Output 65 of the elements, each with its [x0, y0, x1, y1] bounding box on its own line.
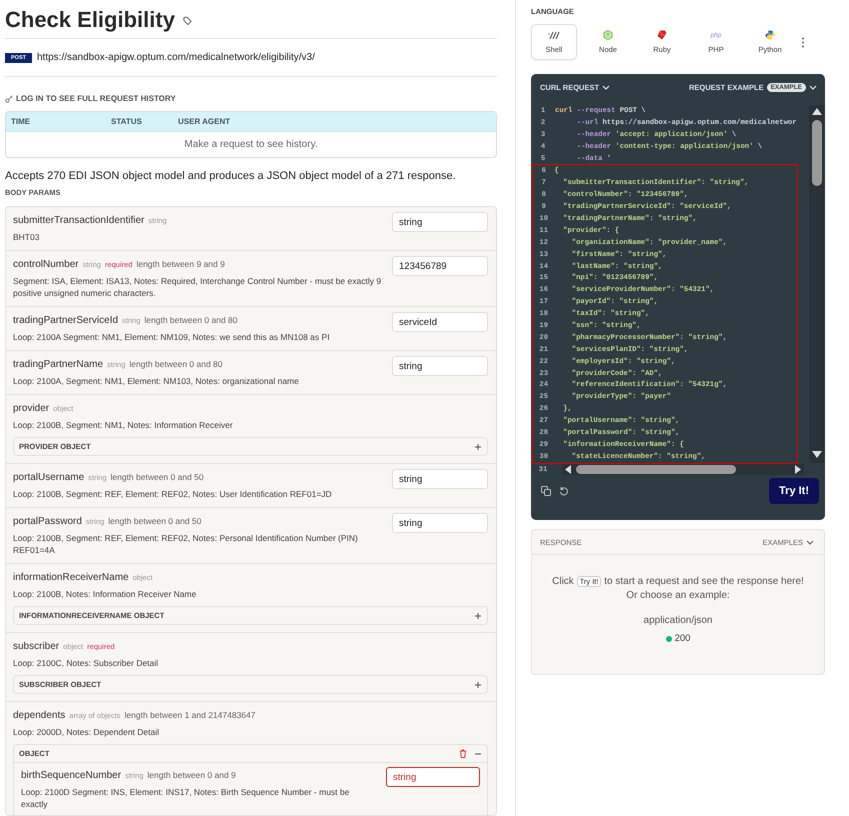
more-icon[interactable]	[801, 36, 805, 48]
param-name: submitterTransactionIdentifier	[13, 215, 144, 226]
example-status[interactable]: 200	[666, 633, 690, 644]
param-description: Loop: 2100A, Segment: NM1, Element: NM103, Notes: organizational name	[13, 375, 300, 387]
param-name: dependents	[13, 710, 66, 721]
gem-icon	[657, 30, 667, 40]
param-constraint: length between 1 and 2147483647	[124, 710, 256, 720]
param-name: portalUsername	[13, 472, 84, 483]
vertical-scrollbar[interactable]	[809, 105, 825, 463]
login-link[interactable]: LOG IN TO SEE FULL REQUEST HISTORY	[16, 94, 176, 103]
param-name: tradingPartnerName	[13, 359, 104, 370]
param-description: Segment: ISA, Element: ISA13, Notes: Required, Interchange Control Number - must be exactly 9 positive unsigned numeric characters.	[13, 275, 382, 299]
trash-icon[interactable]	[459, 749, 467, 758]
param-description: Loop: 2100B, Segment: REF, Element: REF02, Notes: Personal Identification Number (PIN) REF01=4A	[13, 532, 359, 556]
content-type: application/json	[642, 615, 714, 626]
param-name: informationReceiverName	[13, 572, 129, 583]
page-title: Check Eligibility	[5, 7, 175, 33]
copy-icon[interactable]	[541, 486, 551, 496]
expand-icon[interactable]	[474, 680, 482, 688]
param-constraint: length between 0 and 50	[108, 516, 202, 526]
input-field[interactable]: 123456789	[392, 256, 488, 276]
slashes-icon	[548, 30, 560, 40]
param-name: subscriber	[13, 641, 60, 652]
param-description: Loop: 2000D, Notes: Dependent Detail	[13, 726, 160, 738]
param-constraint: length between 0 and 80	[144, 315, 238, 325]
param-name: provider	[13, 403, 50, 414]
param-description: Loop: 2100B, Segment: REF, Element: REF02, Notes: User Identification REF01=JD	[13, 488, 333, 500]
param-description: Loop: 2100D Segment: INS, Element: INS17, Notes: Birth Sequence Number - must be exactly	[21, 786, 350, 810]
param-description: BHT03	[13, 231, 40, 243]
param-name: birthSequenceNumber	[21, 770, 122, 781]
param-constraint: length between 0 and 80	[129, 359, 222, 369]
caret-icon	[809, 84, 817, 90]
key-icon	[5, 94, 13, 102]
caret-icon	[602, 84, 610, 90]
param-description: Loop: 2100C, Notes: Subscriber Detail	[13, 657, 160, 669]
expand-icon[interactable]	[474, 612, 482, 620]
expand-icon[interactable]	[474, 442, 482, 450]
column-header: USER AGENT	[178, 117, 232, 126]
hexagon-icon	[603, 30, 613, 40]
param-description: Loop: 2100B, Segment: NM1, Notes: Information Receiver	[13, 419, 234, 431]
input-field[interactable]: string	[392, 356, 488, 376]
param-constraint: length between 0 and 9	[147, 770, 236, 780]
input-field[interactable]: string	[386, 767, 480, 787]
try-it-button[interactable]: Try It!	[769, 478, 819, 504]
param-description: Loop: 2100B, Notes: Information Receiver Name	[13, 588, 198, 600]
tag-icon	[182, 16, 192, 24]
input-field[interactable]: string	[392, 469, 488, 489]
column-header: TIME	[11, 117, 32, 126]
reset-icon[interactable]	[559, 486, 569, 496]
column-header: STATUS	[111, 117, 143, 126]
param-name: tradingPartnerServiceId	[13, 315, 118, 326]
description: Accepts 270 EDI JSON object model and produces a JSON object model of a 271 response.	[5, 170, 457, 182]
endpoint-url: https://sandbox-apigw.optum.com/medicalnetwork/eligibility/v3/	[36, 52, 315, 63]
horizontal-scrollbar[interactable]	[562, 464, 804, 475]
param-name: controlNumber	[13, 259, 79, 270]
param-constraint: length between 0 and 50	[110, 472, 204, 482]
input-field[interactable]: string	[392, 513, 488, 533]
param-name: portalPassword	[13, 516, 82, 527]
caret-icon	[806, 540, 814, 546]
empty-message: Make a request to see history.	[184, 139, 318, 150]
input-field[interactable]: serviceId	[392, 312, 488, 332]
param-description: Loop: 2100A Segment: NM1, Element: NM109, Notes: we send this as MN108 as PI	[13, 331, 331, 343]
param-constraint: length between 9 and 9	[136, 259, 225, 269]
input-field[interactable]: string	[392, 212, 488, 232]
python-icon	[765, 30, 775, 40]
